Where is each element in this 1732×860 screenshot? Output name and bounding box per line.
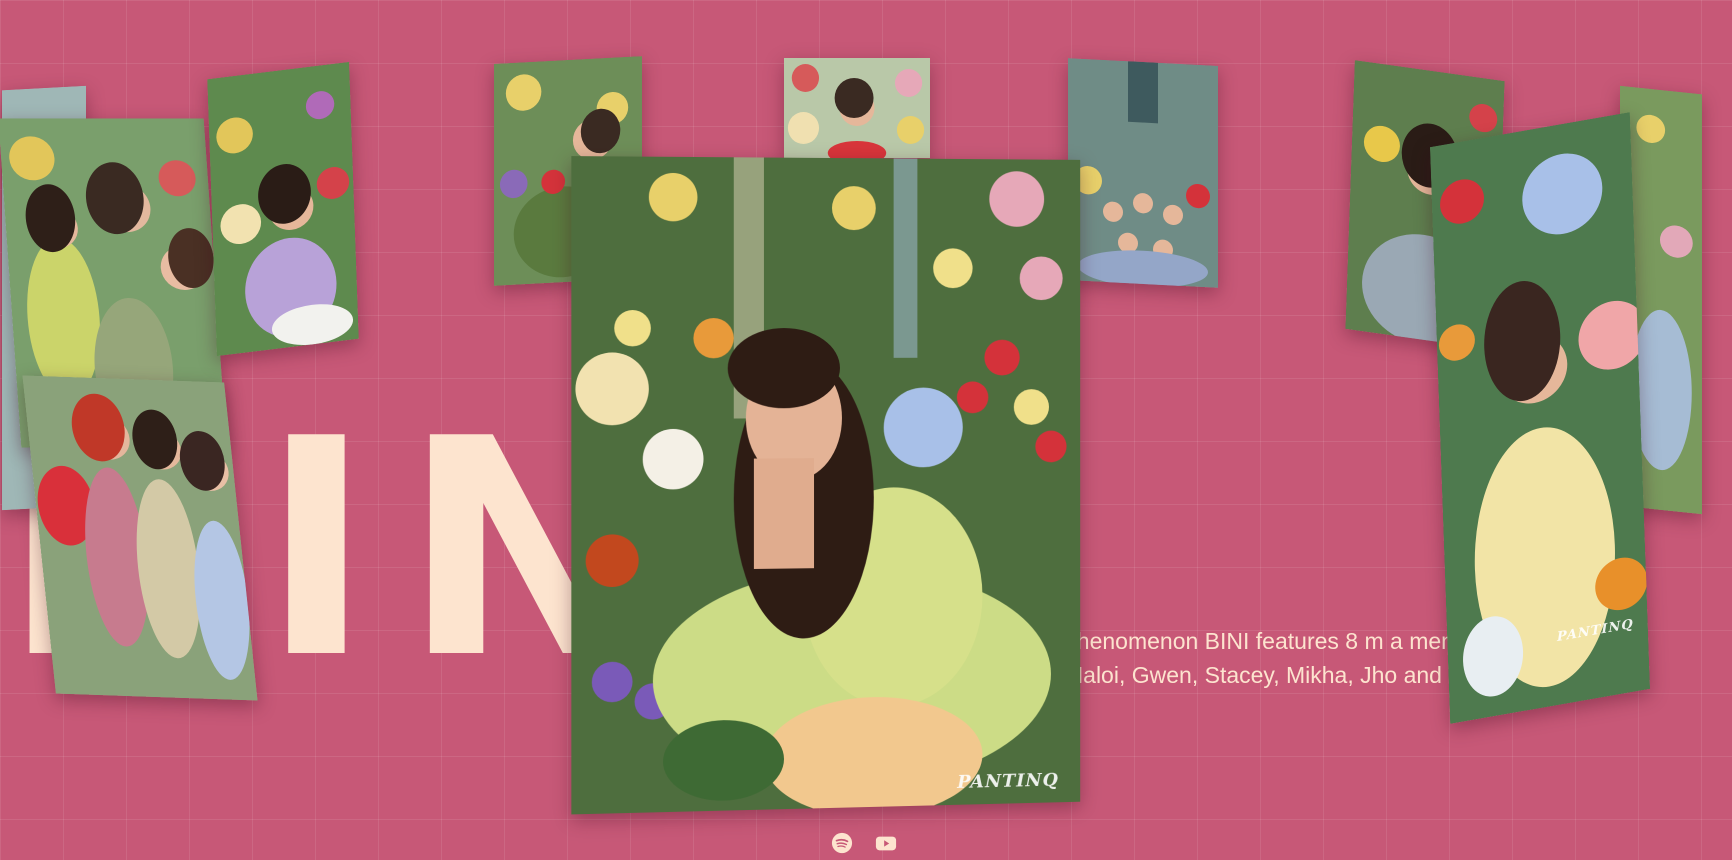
gallery-photo-left-top[interactable] — [207, 61, 359, 357]
spotify-link[interactable] — [831, 832, 853, 854]
gallery-photo-top-3[interactable] — [1068, 58, 1218, 288]
photo-watermark: PANTINQ — [957, 769, 1059, 793]
gallery-photo-featured[interactable]: PANTINQ — [571, 156, 1081, 815]
photo-image — [22, 375, 258, 701]
photo-image — [207, 61, 359, 357]
photo-image — [1068, 58, 1218, 288]
photo-image — [571, 156, 1081, 815]
gallery-photo-top-2[interactable] — [784, 58, 930, 158]
gallery-photo-left-lower[interactable] — [22, 375, 258, 701]
spotify-icon — [831, 832, 853, 854]
photo-image — [784, 58, 930, 158]
youtube-icon — [875, 836, 897, 851]
gallery-photo-right-front[interactable]: PANTINQ — [1429, 112, 1651, 724]
social-links — [831, 832, 897, 854]
youtube-link[interactable] — [875, 832, 897, 854]
